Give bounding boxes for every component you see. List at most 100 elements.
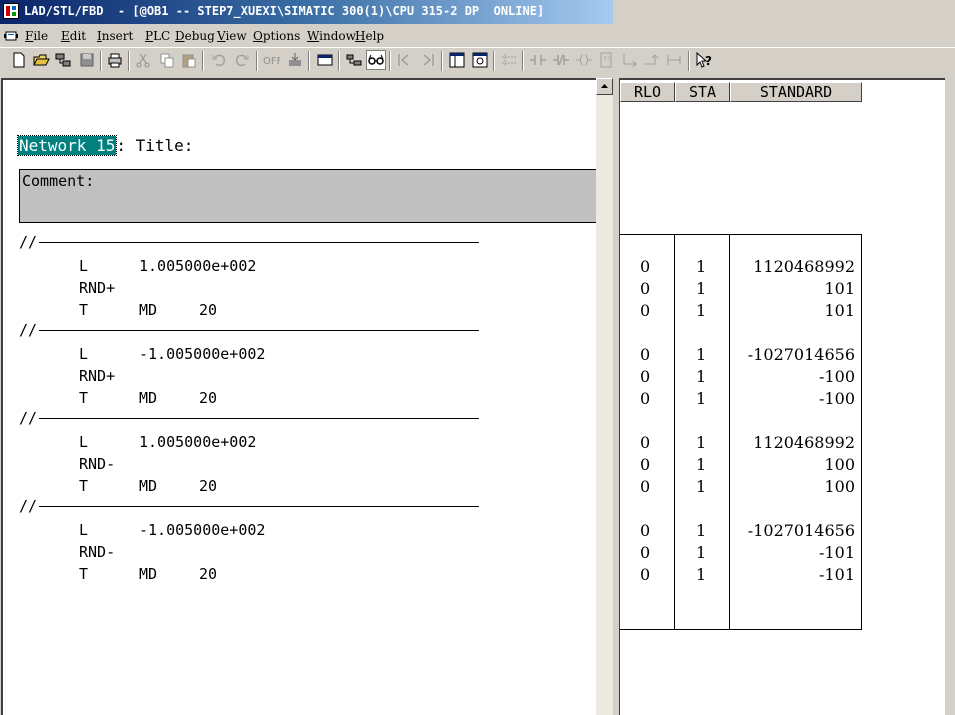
status-standard-value: -1027014656 [747,345,855,364]
document-system-icon[interactable] [3,29,19,43]
status-sta-value: 1 [696,455,707,474]
status-standard-value: -1027014656 [747,521,855,540]
cut-icon[interactable] [134,51,152,69]
status-sta-value: 1 [696,257,707,276]
status-rlo-value: 0 [640,257,651,276]
monitor-icon[interactable] [345,51,363,69]
window-title: LAD/STL/FBD - [@OB1 -- STEP7_XUEXI\SIMAT… [24,4,545,18]
status-pane[interactable]: RLO STA STANDARD 0 1 1120468992 0 1 101 0 1 101 0… [619,78,945,715]
menu-insert[interactable]: Insert [97,29,133,43]
code-instruction[interactable]: T [79,477,88,495]
status-rlo-value: 0 [640,367,651,386]
code-operand[interactable]: MD [139,565,157,583]
menu-debug[interactable]: Debug [175,29,215,43]
status-standard-value: 1120468992 [753,257,855,276]
network-label[interactable]: Network 15 [16,135,118,156]
menu-window[interactable]: Window [307,29,356,43]
code-instruction[interactable]: L [79,345,88,363]
status-sta-value: 1 [696,389,707,408]
contact-nc-icon[interactable] [552,51,570,69]
zoom-icon[interactable] [471,51,489,69]
code-operand[interactable]: 1.005000e+002 [139,257,256,275]
box-icon[interactable]: ?? [597,51,615,69]
load-icon[interactable]: OFF [262,51,280,69]
status-standard-value: 100 [824,455,855,474]
save-icon[interactable] [78,51,96,69]
code-instruction[interactable]: RND+ [79,367,115,385]
code-instruction[interactable]: L [79,521,88,539]
menu-options[interactable]: Options [253,29,300,43]
code-separator: // [19,233,480,251]
paste-icon[interactable] [180,51,198,69]
code-address[interactable]: 20 [199,301,217,319]
code-instruction[interactable]: RND- [79,543,115,561]
stl-editor[interactable]: Network 15: Title: Comment: // L 1.00500… [1,78,596,715]
editor-scrollbar[interactable] [596,78,613,715]
first-network-icon[interactable] [396,51,414,69]
undo-icon[interactable] [210,51,228,69]
help-context-icon[interactable]: ? [695,51,713,69]
code-address[interactable]: 20 [199,565,217,583]
code-address[interactable]: 20 [199,477,217,495]
comment-box[interactable]: Comment: [19,169,596,223]
open-icon[interactable] [32,51,50,69]
overview-icon[interactable] [316,51,334,69]
print-icon[interactable] [106,51,124,69]
copy-icon[interactable] [158,51,176,69]
redo-icon[interactable] [233,51,251,69]
column-header-rlo[interactable]: RLO [620,82,675,102]
code-instruction[interactable]: L [79,433,88,451]
status-sta-value: 1 [696,521,707,540]
menu-file[interactable]: File [25,29,48,43]
menu-help[interactable]: Help [355,29,384,43]
glasses-icon[interactable] [366,50,386,70]
column-header-standard[interactable]: STANDARD [730,82,862,102]
code-instruction[interactable]: T [79,301,88,319]
code-separator: // [19,497,480,515]
code-operand[interactable]: MD [139,389,157,407]
status-standard-value: -100 [819,389,855,408]
accessible-nodes-icon[interactable] [54,51,72,69]
split-view-icon[interactable] [448,51,466,69]
status-standard-value: 101 [824,301,855,320]
last-network-icon[interactable] [418,51,436,69]
status-sta-value: 1 [696,345,707,364]
code-instruction[interactable]: T [79,565,88,583]
title-bar[interactable]: LAD/STL/FBD - [@OB1 -- STEP7_XUEXI\SIMAT… [0,0,613,24]
coil-icon[interactable] [575,51,593,69]
download-icon[interactable] [286,51,304,69]
status-standard-value: -100 [819,367,855,386]
branch-close-icon[interactable] [643,51,661,69]
menu-plc[interactable]: PLC [145,29,170,43]
branch-open-icon[interactable] [620,51,638,69]
status-rlo-value: 0 [640,455,651,474]
status-rlo-value: 0 [640,279,651,298]
code-operand[interactable]: -1.005000e+002 [139,345,265,363]
code-operand[interactable]: MD [139,301,157,319]
new-icon[interactable] [10,51,28,69]
code-instruction[interactable]: RND- [79,455,115,473]
status-rlo-value: 0 [640,433,651,452]
comment-label: Comment: [22,172,95,190]
status-standard-value: 101 [824,279,855,298]
code-address[interactable]: 20 [199,389,217,407]
network-title[interactable]: : Title: [116,136,193,155]
app-icon[interactable] [3,3,19,19]
code-operand[interactable]: MD [139,477,157,495]
code-instruction[interactable]: L [79,257,88,275]
code-instruction[interactable]: RND+ [79,279,115,297]
arrow-up-icon [601,84,608,88]
menu-edit[interactable]: Edit [61,29,86,43]
scroll-up-button[interactable] [596,78,613,95]
new-network-icon[interactable] [500,51,518,69]
code-instruction[interactable]: T [79,389,88,407]
toolbar: OFF ?? ? [0,47,955,74]
menu-view[interactable]: View [217,29,247,43]
column-header-sta[interactable]: STA [675,82,730,102]
connection-icon[interactable] [665,51,683,69]
status-sta-value: 1 [696,477,707,496]
code-operand[interactable]: -1.005000e+002 [139,521,265,539]
status-rlo-value: 0 [640,389,651,408]
contact-no-icon[interactable] [529,51,547,69]
code-operand[interactable]: 1.005000e+002 [139,433,256,451]
